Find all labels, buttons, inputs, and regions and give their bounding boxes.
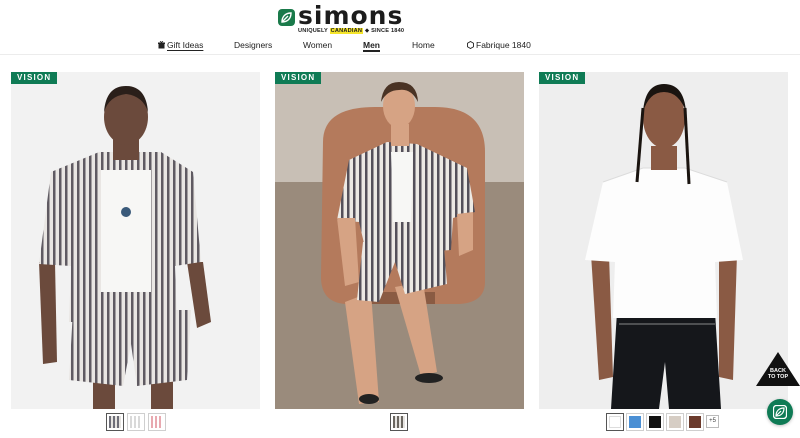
color-swatches-1 [106, 413, 166, 431]
product-photo [11, 72, 260, 409]
brand-wordmark: simons [298, 1, 404, 30]
leaf-icon [278, 9, 295, 26]
swatch-color [689, 416, 701, 428]
swatch-color [393, 416, 405, 428]
product-card-3[interactable]: VISION [539, 72, 788, 409]
swatch[interactable] [626, 413, 644, 431]
color-swatches-3: +5 [606, 413, 722, 431]
product-card-2[interactable]: VISION [275, 72, 524, 409]
gift-icon [158, 40, 165, 51]
swatch[interactable] [127, 413, 145, 431]
product-photo [275, 72, 524, 409]
simons-logo[interactable]: simons UNIQUELY CANADIAN ◆ SINCE 1840 [276, 1, 416, 36]
vision-badge: VISION [275, 72, 322, 84]
swatch-color [109, 416, 121, 428]
swatch-color [649, 416, 661, 428]
main-nav: Gift Ideas Designers Women Men Home Fabr… [0, 40, 800, 54]
nav-fabrique-label: Fabrique 1840 [476, 40, 531, 50]
color-swatches-2 [390, 413, 410, 431]
nav-designers[interactable]: Designers [234, 40, 272, 50]
swatch[interactable] [390, 413, 408, 431]
vision-badge: VISION [539, 72, 586, 84]
chat-button[interactable] [767, 399, 793, 425]
swatch-color [669, 416, 681, 428]
nav-men[interactable]: Men [363, 40, 380, 50]
swatch[interactable] [666, 413, 684, 431]
brand-tagline: UNIQUELY CANADIAN ◆ SINCE 1840 [298, 28, 405, 34]
nav-fabrique-1840[interactable]: Fabrique 1840 [467, 40, 531, 51]
swatch[interactable] [686, 413, 704, 431]
swatch[interactable] [148, 413, 166, 431]
nav-gift-ideas[interactable]: Gift Ideas [158, 40, 203, 51]
swatch-color [151, 416, 163, 428]
swatch[interactable] [646, 413, 664, 431]
hexagon-icon [467, 40, 474, 51]
back-to-top-label: BACK TO TOP [767, 368, 789, 380]
swatch-color [609, 416, 621, 428]
nav-gift-ideas-label: Gift Ideas [167, 40, 204, 50]
product-photo [539, 72, 788, 409]
more-colors-button[interactable]: +5 [706, 415, 719, 428]
vision-badge: VISION [11, 72, 58, 84]
nav-home[interactable]: Home [412, 40, 435, 50]
swatch[interactable] [106, 413, 124, 431]
leaf-chat-icon [773, 405, 787, 419]
header-divider [0, 54, 800, 55]
swatch-color [629, 416, 641, 428]
swatch[interactable] [606, 413, 624, 431]
swatch-color [130, 416, 142, 428]
product-card-1[interactable]: VISION [11, 72, 260, 409]
nav-women[interactable]: Women [303, 40, 332, 50]
back-to-top-button[interactable]: BACK TO TOP [756, 352, 800, 386]
